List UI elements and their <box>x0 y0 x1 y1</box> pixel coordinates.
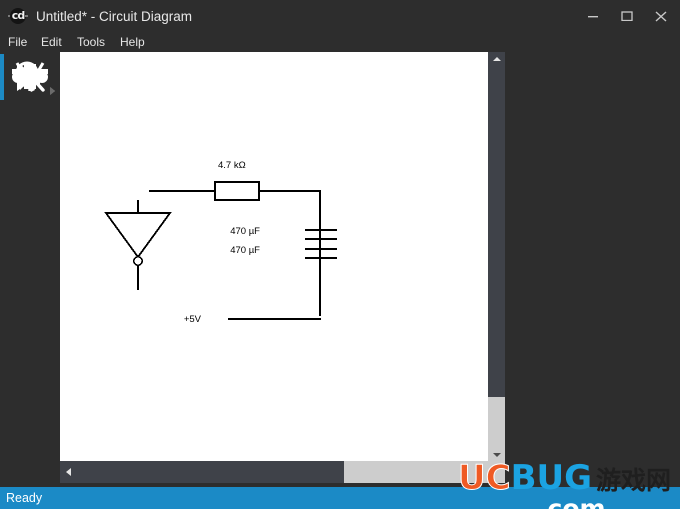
watermark-logo: UCBUG 游戏网 .com <box>458 458 680 509</box>
tool-switch[interactable] <box>0 52 60 102</box>
supply-rail-label: +5V <box>184 314 202 325</box>
triangle-left-icon <box>66 468 71 476</box>
scroll-left-button[interactable] <box>60 461 76 483</box>
watermark-com-text: .com <box>538 494 606 509</box>
menu-item-tools[interactable]: Tools <box>77 33 105 52</box>
scroll-up-button[interactable] <box>488 52 505 65</box>
triangle-down-icon <box>493 453 501 457</box>
minimize-button[interactable] <box>578 4 608 28</box>
circuit-diagram-app-icon: cd <box>8 8 28 26</box>
window-background <box>505 52 680 483</box>
window-title: Untitled* - Circuit Diagram <box>36 9 193 24</box>
menu-item-edit[interactable]: Edit <box>41 33 62 52</box>
capacitor-1-value-label: 470 µF <box>230 226 260 237</box>
title-bar: cd Untitled* - Circuit Diagram <box>0 0 680 33</box>
watermark-bug-text: BUG <box>510 458 592 498</box>
menu-bar: File Edit Tools Help <box>0 33 680 52</box>
close-button[interactable] <box>646 4 676 28</box>
menu-item-file[interactable]: File <box>8 33 27 52</box>
switch-icon <box>0 52 60 102</box>
watermark-uc-text: UC <box>458 458 512 499</box>
circuit-schematic: 4.7 kΩ 470 µF 470 µF +5V <box>104 160 337 325</box>
triangle-up-icon <box>493 57 501 61</box>
vertical-scrollbar-thumb[interactable] <box>488 65 505 397</box>
horizontal-scrollbar[interactable] <box>60 461 505 483</box>
circuit-diagram-canvas[interactable]: 4.7 kΩ 470 µF 470 µF +5V <box>60 52 505 461</box>
status-message: Ready <box>6 491 43 505</box>
watermark-chinese-text: 游戏网 <box>596 466 672 495</box>
capacitor-2-value-label: 470 µF <box>230 245 260 256</box>
maximize-button[interactable] <box>612 4 642 28</box>
horizontal-scrollbar-thumb[interactable] <box>76 461 344 483</box>
tool-palette <box>0 52 60 509</box>
vertical-scrollbar[interactable] <box>488 52 505 461</box>
menu-item-help[interactable]: Help <box>120 33 145 52</box>
application-window: cd Untitled* - Circuit Diagram File Edit… <box>0 0 680 509</box>
resistor-value-label: 4.7 kΩ <box>218 160 246 171</box>
